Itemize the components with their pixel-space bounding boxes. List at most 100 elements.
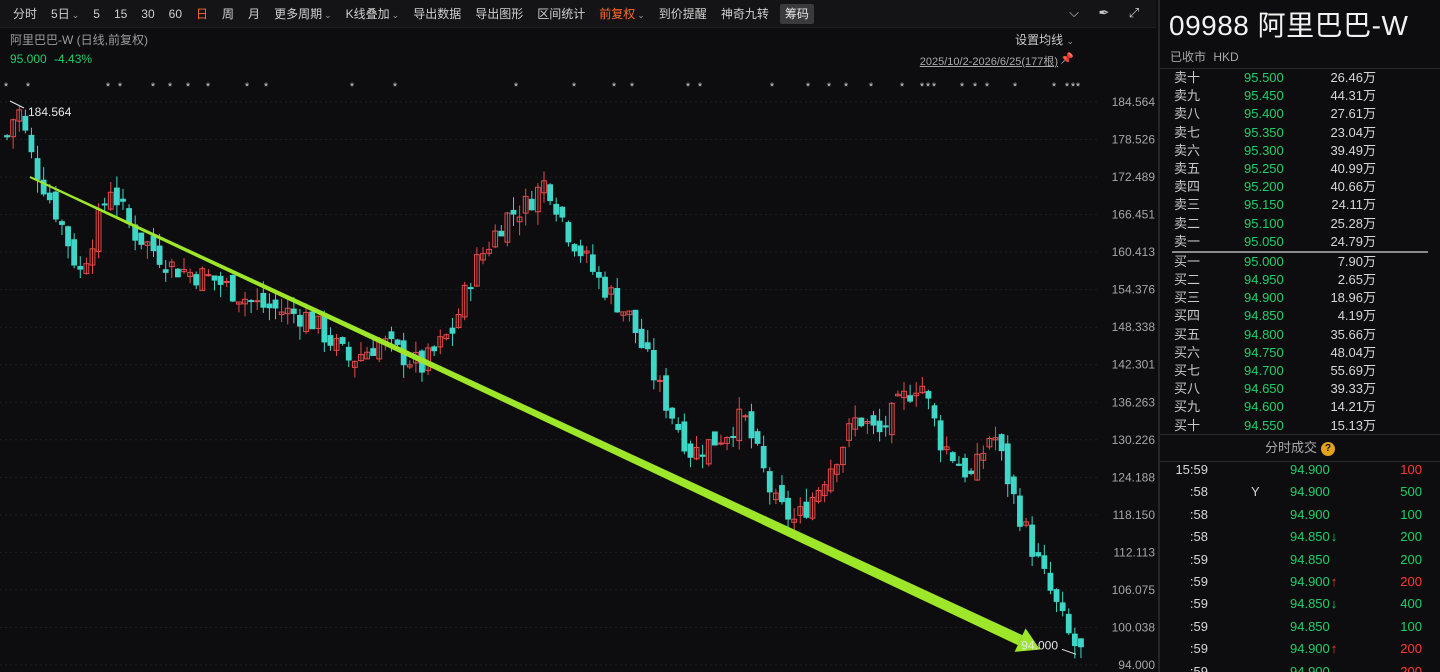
ask-row[interactable]: 卖二 95.100 25.28万 xyxy=(1160,215,1440,233)
y-tick-label: 136.263 xyxy=(1112,395,1156,409)
toolbar-item-0[interactable]: 分时 xyxy=(6,4,44,24)
candle-body xyxy=(876,420,883,433)
candle-body xyxy=(1010,476,1017,495)
candle xyxy=(876,408,883,442)
last-price: 95.000 xyxy=(10,52,47,66)
pen-icon[interactable]: ✒ xyxy=(1096,5,1112,21)
ask-row[interactable]: 卖七 95.350 23.04万 xyxy=(1160,124,1440,142)
candle xyxy=(943,436,950,455)
ask-row[interactable]: 卖三 95.150 24.11万 xyxy=(1160,196,1440,214)
candle-body xyxy=(260,292,267,308)
toolbar-item-16[interactable]: 神奇九转 xyxy=(714,4,776,24)
bid-label: 买八 xyxy=(1174,381,1201,397)
toolbar-item-4[interactable]: 30 xyxy=(134,4,161,24)
event-marker: * xyxy=(151,81,156,93)
toolbar-item-12[interactable]: 导出图形 xyxy=(468,4,530,24)
toolbar-item-11[interactable]: 导出数据 xyxy=(406,4,468,24)
candle xyxy=(626,310,633,322)
bid-label: 买六 xyxy=(1174,344,1201,360)
candle xyxy=(223,277,230,288)
bid-row[interactable]: 买九 94.600 14.21万 xyxy=(1160,398,1440,416)
circle-chevron-icon[interactable]: ⌵ xyxy=(1066,5,1082,21)
trade-row: :58 94.900 100 xyxy=(1160,504,1440,526)
candle-body xyxy=(553,203,560,215)
candle xyxy=(711,431,718,446)
candle-body xyxy=(370,348,377,356)
pin-icon[interactable]: 📌 xyxy=(1060,52,1074,65)
bid-price: 94.950 xyxy=(1244,272,1284,288)
y-tick-label: 148.338 xyxy=(1112,320,1156,334)
ask-volume: 25.28万 xyxy=(1330,215,1376,231)
ask-row[interactable]: 卖九 95.450 44.31万 xyxy=(1160,87,1440,105)
bid-row[interactable]: 买三 94.900 18.96万 xyxy=(1160,289,1440,307)
ask-row[interactable]: 卖四 95.200 40.66万 xyxy=(1160,178,1440,196)
candle-body xyxy=(565,222,572,243)
candle xyxy=(785,490,791,531)
candle xyxy=(602,271,608,301)
candle xyxy=(278,298,285,323)
bid-row[interactable]: 买八 94.650 39.33万 xyxy=(1160,380,1440,398)
ask-row[interactable]: 卖一 95.050 24.79万 xyxy=(1160,233,1440,251)
ask-label: 卖七 xyxy=(1174,124,1201,140)
ask-row[interactable]: 卖十 95.500 26.46万 xyxy=(1160,69,1440,87)
candle-body xyxy=(657,379,663,382)
ask-price: 95.500 xyxy=(1244,70,1284,85)
candle-body xyxy=(272,299,279,309)
candle xyxy=(254,288,261,311)
candlestick-chart[interactable]: * * * * * * * * * * * * * * * * * * * * * * * * * * * * * * * * * * * 184.… xyxy=(0,70,1156,672)
bid-volume: 39.33万 xyxy=(1330,381,1376,397)
toolbar-item-5[interactable]: 60 xyxy=(162,4,189,24)
ask-volume: 40.99万 xyxy=(1330,160,1376,176)
ask-row[interactable]: 卖六 95.300 39.49万 xyxy=(1160,142,1440,160)
trade-row: :59 94.850↓ 400 xyxy=(1160,593,1440,615)
toolbar-item-1[interactable]: 5日 ⌄ xyxy=(44,4,86,24)
ask-row[interactable]: 卖五 95.250 40.99万 xyxy=(1160,160,1440,178)
toolbar-item-6[interactable]: 日 xyxy=(189,4,215,24)
candle-body xyxy=(498,230,505,237)
toolbar-item-label: 前复权 xyxy=(599,6,636,21)
toolbar-item-3[interactable]: 15 xyxy=(107,4,134,24)
candle-body xyxy=(907,395,914,402)
bid-row[interactable]: 买六 94.750 48.04万 xyxy=(1160,344,1440,362)
toolbar-item-17[interactable]: 筹码 xyxy=(779,3,814,24)
candle-body xyxy=(138,232,145,245)
toolbar-item-9[interactable]: 更多周期 ⌄ xyxy=(267,4,339,24)
trade-price-value: 94.850 xyxy=(1290,618,1330,634)
bid-row[interactable]: 买五 94.800 35.66万 xyxy=(1160,326,1440,344)
ask-row[interactable]: 卖八 95.400 27.61万 xyxy=(1160,105,1440,123)
ma-setting-button[interactable]: 设置均线 ⌄ xyxy=(1015,31,1074,48)
bid-row[interactable]: 买二 94.950 2.65万 xyxy=(1160,271,1440,289)
candle-body xyxy=(150,235,157,252)
candle xyxy=(364,346,370,360)
toolbar-item-13[interactable]: 区间统计 xyxy=(530,4,592,24)
candle xyxy=(882,415,889,437)
candle xyxy=(589,244,596,275)
toolbar-item-10[interactable]: K线叠加 ⌄ xyxy=(339,4,407,24)
toolbar-item-8[interactable]: 月 xyxy=(241,4,267,24)
bid-row[interactable]: 买四 94.850 4.19万 xyxy=(1160,307,1440,325)
toolbar-item-15[interactable]: 到价提醒 xyxy=(652,4,714,24)
toolbar-icons: ⌵ ✒ ⤢ xyxy=(1066,5,1142,21)
candle-body xyxy=(803,501,810,518)
candle xyxy=(480,247,486,265)
candle xyxy=(559,206,566,222)
toolbar-item-7[interactable]: 周 xyxy=(215,4,241,24)
candle xyxy=(229,274,236,302)
range-label[interactable]: 2025/10/2-2026/6/25(177根) xyxy=(920,53,1058,69)
help-icon[interactable]: ? xyxy=(1321,441,1335,456)
trade-price-value: 94.850 xyxy=(1290,529,1330,545)
bid-row[interactable]: 买十 94.550 15.13万 xyxy=(1160,417,1440,435)
toolbar-item-14[interactable]: 前复权 ⌄ xyxy=(592,4,652,24)
candle-body xyxy=(309,311,316,330)
bid-row[interactable]: 买七 94.700 55.69万 xyxy=(1160,362,1440,380)
expand-icon[interactable]: ⤢ xyxy=(1126,5,1142,21)
candle-body xyxy=(156,245,163,265)
event-marker: * xyxy=(827,81,832,93)
candle xyxy=(199,266,206,292)
trend-arrow-shaft xyxy=(29,176,1023,646)
candle xyxy=(730,426,737,448)
candle-body xyxy=(339,337,346,344)
toolbar-item-2[interactable]: 5 xyxy=(86,4,107,24)
ask-price: 95.050 xyxy=(1244,233,1284,249)
bid-row[interactable]: 买一 95.000 7.90万 xyxy=(1160,253,1440,271)
